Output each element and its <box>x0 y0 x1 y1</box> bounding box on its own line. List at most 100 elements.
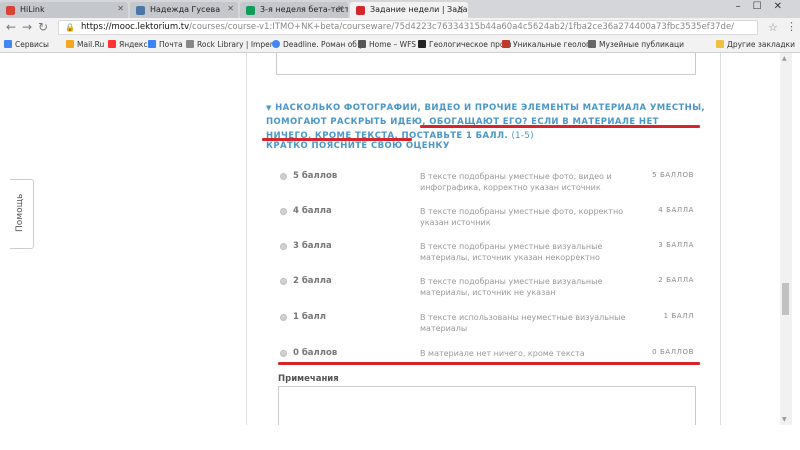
page-scrollbar[interactable]: ▲ ▼ <box>780 53 792 425</box>
bookmarks-bar: Сервисы Mail.Ru Яндекс Почта Rock Librar… <box>0 38 800 53</box>
scroll-up-arrow-icon[interactable]: ▲ <box>782 55 787 62</box>
option-description: В материале нет ничего, кроме текста <box>420 349 585 358</box>
notes-textarea[interactable] <box>278 386 696 425</box>
browser-toolbar: ← → ↻ 🔒 https://mooc.lektorium.tv/courses… <box>0 18 800 38</box>
scroll-down-arrow-icon[interactable]: ▼ <box>782 416 787 423</box>
globe-icon <box>358 40 366 48</box>
apps-grid-icon <box>4 40 12 48</box>
address-bar[interactable]: 🔒 https://mooc.lektorium.tv/courses/cours… <box>58 20 758 35</box>
reload-icon[interactable]: ↻ <box>38 20 48 34</box>
close-tab-icon[interactable]: ✕ <box>457 4 464 13</box>
close-tab-icon[interactable]: ✕ <box>337 4 344 13</box>
bookmark-item[interactable]: Mail.Ru <box>66 40 104 49</box>
bookmark-item[interactable]: Яндекс <box>108 40 148 49</box>
tab-title: 3-я неделя бета-тестир <box>260 5 348 14</box>
notes-label: Примечания <box>278 374 339 384</box>
bookmark-item[interactable]: Rock Library | Imperi <box>186 40 275 49</box>
annotation-underline <box>278 362 700 365</box>
url-host: https://mooc.lektorium.tv <box>81 22 190 32</box>
bookmark-label: Deadline. Роман об у <box>283 40 364 49</box>
question-range: (1-5) <box>511 131 534 141</box>
option-description: В тексте подобраны уместные фото, коррек… <box>420 207 624 227</box>
option-description: В тексте подобраны уместные фото, видео … <box>420 172 612 192</box>
menu-kebab-icon[interactable]: ⋮ <box>786 20 797 33</box>
option-label[interactable]: 5 баллов <box>293 171 337 181</box>
radio-button[interactable] <box>280 173 287 180</box>
option-description: В тексте подобраны уместные визуальные м… <box>420 277 603 297</box>
bookmark-label: Яндекс <box>119 40 148 49</box>
close-tab-icon[interactable]: ✕ <box>117 4 124 13</box>
window-controls[interactable]: –☐✕ <box>736 1 794 12</box>
radio-button[interactable] <box>280 350 287 357</box>
content-left-border <box>246 53 247 425</box>
site-icon <box>588 40 596 48</box>
bookmark-label: Mail.Ru <box>77 40 105 49</box>
radio-button[interactable] <box>280 278 287 285</box>
yandex-icon <box>108 40 116 48</box>
bookmark-label: Геологическое прош <box>429 40 512 49</box>
bookmark-item[interactable]: Сервисы <box>4 40 49 49</box>
option-points: 4 балла <box>658 206 694 214</box>
page-viewport: Помощь ▼ Насколько фотографии, видео и п… <box>0 53 780 425</box>
bookmark-item[interactable]: Геологическое прош <box>418 40 511 49</box>
bookmark-item[interactable]: Deadline. Роман об у <box>272 40 364 49</box>
help-tab[interactable]: Помощь <box>10 179 34 249</box>
radio-button[interactable] <box>280 208 287 215</box>
tab-title: Надежда Гусева <box>150 5 221 14</box>
bookmark-item[interactable]: Home – WFS <box>358 40 416 49</box>
option-label[interactable]: 4 балла <box>293 206 332 216</box>
browser-tab-active[interactable]: Задание недели | Задан ✕ <box>350 2 468 18</box>
question-subheading: Кратко поясните свою оценку <box>266 141 450 151</box>
content-right-border <box>720 53 721 425</box>
option-points: 2 балла <box>658 276 694 284</box>
option-points: 1 балл <box>663 312 694 320</box>
collapse-triangle-icon[interactable]: ▼ <box>266 104 272 112</box>
bottom-area <box>0 425 800 450</box>
question-text: Насколько фотографии, видео и прочие эле… <box>266 103 706 141</box>
option-label[interactable]: 2 балла <box>293 276 332 286</box>
help-tab-label: Помощь <box>15 193 25 232</box>
bookmark-label: Rock Library | Imperi <box>197 40 275 49</box>
radio-button[interactable] <box>280 314 287 321</box>
forward-arrow-icon[interactable]: → <box>22 20 32 34</box>
option-points: 0 баллов <box>652 348 694 356</box>
option-label[interactable]: 0 баллов <box>293 348 337 358</box>
vk-favicon-icon <box>136 6 145 15</box>
option-description: В тексте использованы неуместные визуаль… <box>420 313 626 333</box>
lektorium-favicon-icon <box>356 6 365 15</box>
page-icon <box>186 40 194 48</box>
bookmark-item[interactable]: Музейные публикаци <box>588 40 684 49</box>
site-icon <box>418 40 426 48</box>
bookmark-star-icon[interactable]: ☆ <box>768 21 778 34</box>
option-label[interactable]: 1 балл <box>293 312 326 322</box>
scrollbar-thumb[interactable] <box>782 283 789 315</box>
bookmark-label: Сервисы <box>15 40 49 49</box>
browser-tab-hilink[interactable]: HiLink ✕ <box>0 2 128 18</box>
google-icon <box>272 40 280 48</box>
mail-icon <box>148 40 156 48</box>
browser-tab-vk[interactable]: Надежда Гусева ✕ <box>130 2 238 18</box>
bookmark-label: Музейные публикаци <box>599 40 684 49</box>
browser-tab-sheets[interactable]: 3-я неделя бета-тестир ✕ <box>240 2 348 18</box>
lock-icon: 🔒 <box>65 23 75 32</box>
previous-textarea[interactable] <box>276 53 696 75</box>
option-description: В тексте подобраны уместные визуальные м… <box>420 242 603 262</box>
mailru-icon <box>66 40 74 48</box>
option-points: 5 баллов <box>652 171 694 179</box>
bookmark-item[interactable]: Уникальные геологи <box>502 40 595 49</box>
close-tab-icon[interactable]: ✕ <box>227 4 234 13</box>
hilink-favicon-icon <box>6 6 15 15</box>
url-path: /courses/course-v1:ITMO+NK+beta/coursewa… <box>189 22 735 32</box>
bookmark-label: Другие закладки <box>727 40 795 49</box>
annotation-underline <box>420 125 700 128</box>
option-label[interactable]: 3 балла <box>293 241 332 251</box>
radio-button[interactable] <box>280 243 287 250</box>
option-points: 3 балла <box>658 241 694 249</box>
question-heading[interactable]: ▼ Насколько фотографии, видео и прочие э… <box>266 101 706 143</box>
tab-title: HiLink <box>20 5 45 14</box>
folder-icon <box>716 40 724 48</box>
browser-tab-strip: HiLink ✕ Надежда Гусева ✕ 3-я неделя бет… <box>0 0 800 18</box>
bookmark-item[interactable]: Почта <box>148 40 183 49</box>
back-arrow-icon[interactable]: ← <box>6 20 16 34</box>
other-bookmarks[interactable]: Другие закладки <box>716 40 795 49</box>
